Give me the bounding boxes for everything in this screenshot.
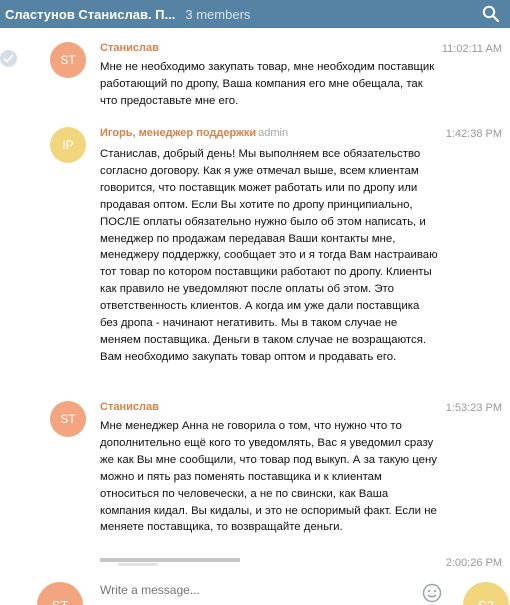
avatar[interactable]: ST [50, 401, 86, 437]
search-icon[interactable] [482, 5, 500, 23]
thumbnail-status-bar [100, 558, 240, 562]
message-time: 1:53:23 PM [445, 402, 502, 414]
avatar[interactable]: ST [37, 582, 83, 605]
message-time: 2:00:26 PM [445, 557, 502, 569]
members-count[interactable]: 3 members [185, 7, 250, 22]
message-time: 11:02:11 AM [441, 43, 502, 55]
avatar[interactable]: S2 [463, 582, 509, 605]
message: ST Станислав 11:02:11 AM Мне не необходи… [0, 42, 510, 112]
message: ST Станислав 1:53:23 PM Мне менеджер Анн… [0, 401, 510, 541]
message-author[interactable]: Станислав [100, 42, 159, 54]
read-check-icon [0, 50, 17, 67]
message-time: 1:42:38 PM [445, 128, 502, 140]
message-text: Мне менеджер Анна не говорила о том, что… [100, 420, 437, 534]
image-attachment-thumbnail[interactable] [100, 556, 240, 568]
message-author[interactable]: Игорь, менеджер поддержки admin [100, 127, 288, 139]
admin-badge: admin [258, 127, 289, 139]
author-name[interactable]: Игорь, менеджер поддержки [100, 127, 256, 139]
avatar[interactable]: ST [50, 42, 86, 78]
avatar[interactable]: IP [50, 127, 86, 163]
message: IP Игорь, менеджер поддержки admin 1:42:3… [0, 127, 510, 387]
message-input[interactable] [100, 583, 400, 597]
chat-title[interactable]: Сластунов Станислав. П... [5, 7, 175, 22]
message-text: Станислав, добрый день! Мы выполняем все… [100, 148, 438, 363]
message-text: Мне не необходимо закупать товар, мне не… [100, 61, 435, 107]
emoji-icon[interactable] [422, 583, 442, 603]
chat-header: Сластунов Станислав. П... 3 members [0, 0, 510, 28]
composer: ST S2 [0, 575, 510, 605]
thumbnail-line [118, 563, 158, 566]
message-author[interactable]: Станислав [100, 401, 159, 413]
